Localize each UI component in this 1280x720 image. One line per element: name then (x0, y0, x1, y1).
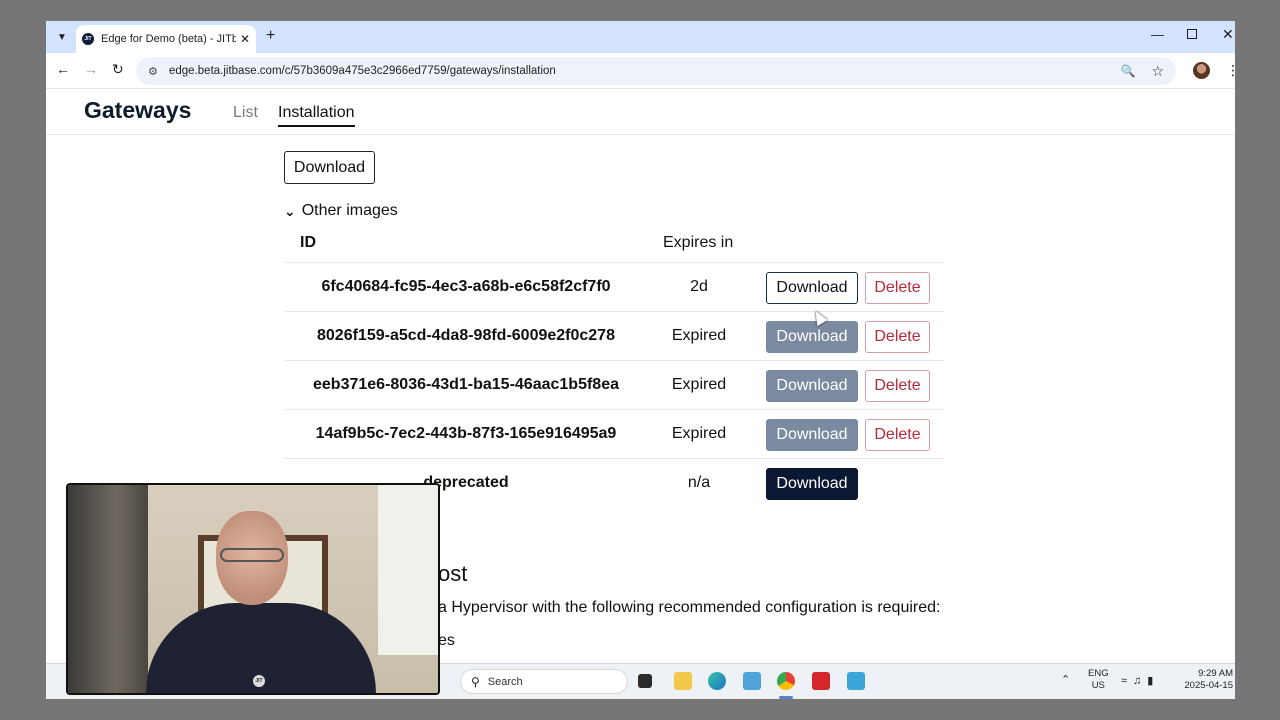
restore-icon[interactable] (1187, 29, 1197, 39)
download-button[interactable]: Download (284, 151, 375, 184)
clock-date: 2025-04-15 (1184, 680, 1233, 691)
tray-wifi-volume-battery-icons[interactable]: ≈♫▮ (1121, 674, 1159, 687)
row-delete-button[interactable]: Delete (865, 419, 930, 451)
task-view-icon[interactable] (638, 674, 652, 688)
new-tab-plus-icon[interactable]: + (266, 27, 275, 45)
tab-installation[interactable]: Installation (278, 104, 355, 127)
expires-value: Expired (671, 425, 727, 442)
clock-time: 9:29 AM (1198, 668, 1233, 679)
host-requirements-text: a Hypervisor with the following recommen… (438, 599, 941, 616)
shirt-logo: JIT (253, 675, 265, 687)
column-header-id: ID (300, 234, 316, 251)
reload-icon[interactable]: ↻ (112, 61, 124, 78)
profile-avatar[interactable] (1193, 62, 1210, 79)
tab-title: Edge for Demo (beta) - JITbase (101, 33, 236, 45)
store-app-icon[interactable] (743, 672, 761, 690)
search-label: Search (487, 675, 523, 688)
browser-tab[interactable]: JIT Edge for Demo (beta) - JITbase ✕ (76, 25, 256, 53)
row-delete-button[interactable]: Delete (865, 370, 930, 402)
tray-overflow-chevron-icon[interactable]: ⌃ (1061, 673, 1070, 686)
expires-value: 2d (690, 278, 708, 295)
language-indicator[interactable]: ENG US (1088, 668, 1109, 692)
active-app-indicator (779, 696, 793, 699)
host-requirements-list: es (438, 632, 455, 649)
table-row: eeb371e6-8036-43d1-ba15-46aac1b5f8ea Exp… (284, 360, 944, 409)
other-images-label: Other images (301, 202, 398, 219)
row-download-button[interactable]: Download (766, 321, 858, 353)
chrome-browser-icon[interactable] (777, 672, 795, 690)
table-row: 8026f159-a5cd-4da8-98fd-6009e2f0c278 Exp… (284, 311, 944, 360)
host-section-heading: ost (438, 561, 468, 586)
edge-browser-icon[interactable] (708, 672, 726, 690)
page-title: Gateways (84, 97, 192, 123)
zoom-icon[interactable]: 🔍 (1120, 64, 1135, 78)
row-download-button[interactable]: Download (766, 370, 858, 402)
row-delete-button[interactable]: Delete (865, 272, 930, 304)
column-header-expires: Expires in (663, 234, 734, 251)
tab-search-chevron-icon[interactable]: ▼ (52, 27, 72, 47)
expires-value: n/a (687, 474, 711, 491)
search-icon: ⚲ (471, 674, 480, 689)
expires-value: Expired (671, 327, 727, 344)
table-row: 14af9b5c-7ec2-443b-87f3-165e916495a9 Exp… (284, 409, 944, 458)
url-text[interactable]: edge.beta.jitbase.com/c/57b3609a475e3c29… (169, 65, 1120, 77)
file-explorer-icon[interactable] (674, 672, 692, 690)
row-download-button[interactable]: Download (766, 272, 858, 304)
row-download-button[interactable]: Download (766, 468, 858, 500)
jitbase-favicon-icon: JIT (82, 33, 94, 45)
tab-strip: ▼ JIT Edge for Demo (beta) - JITbase ✕ +… (46, 21, 1235, 53)
red-app-icon[interactable] (812, 672, 830, 690)
table-row: 6fc40684-fc95-4ec3-a68b-e6c58f2cf7f0 2d … (284, 262, 944, 311)
image-id: 14af9b5c-7ec2-443b-87f3-165e916495a9 (315, 425, 617, 442)
bookmark-star-icon[interactable]: ☆ (1151, 63, 1164, 80)
row-download-button[interactable]: Download (766, 419, 858, 451)
browser-toolbar: ← → ↻ ⚙ edge.beta.jitbase.com/c/57b3609a… (46, 53, 1235, 89)
back-arrow-icon[interactable]: ← (56, 61, 70, 77)
row-delete-button[interactable]: Delete (865, 321, 930, 353)
vs-app-icon[interactable] (847, 672, 865, 690)
tab-close-icon[interactable]: ✕ (240, 32, 250, 46)
minimize-icon[interactable]: — (1151, 27, 1164, 42)
desktop-background: ▼ JIT Edge for Demo (beta) - JITbase ✕ +… (0, 0, 1280, 720)
page-header: Gateways List Installation (46, 89, 1235, 135)
expires-value: Expired (671, 376, 727, 393)
browser-menu-icon[interactable]: ⋮ (1226, 62, 1235, 79)
image-id: 6fc40684-fc95-4ec3-a68b-e6c58f2cf7f0 (321, 278, 611, 295)
tab-list[interactable]: List (233, 104, 258, 122)
address-bar[interactable]: ⚙ edge.beta.jitbase.com/c/57b3609a475e3c… (136, 57, 1176, 85)
region-code: US (1091, 680, 1105, 691)
language-code: ENG (1088, 668, 1109, 679)
webcam-glasses (220, 548, 284, 562)
system-clock[interactable]: 9:29 AM 2025-04-15 (1183, 668, 1233, 692)
webcam-window (378, 485, 438, 655)
other-images-toggle[interactable]: ⌄ Other images (284, 202, 398, 220)
window-close-icon[interactable]: ✕ (1222, 26, 1234, 43)
webcam-overlay: JIT (66, 483, 440, 695)
webcam-door (68, 485, 148, 693)
site-settings-icon[interactable]: ⚙ (148, 65, 160, 78)
image-id: 8026f159-a5cd-4da8-98fd-6009e2f0c278 (317, 327, 615, 344)
image-id: eeb371e6-8036-43d1-ba15-46aac1b5f8ea (313, 376, 619, 393)
taskbar-search[interactable]: ⚲ Search (460, 669, 628, 694)
forward-arrow-icon[interactable]: → (84, 61, 98, 77)
chevron-down-icon: ⌄ (284, 202, 296, 219)
